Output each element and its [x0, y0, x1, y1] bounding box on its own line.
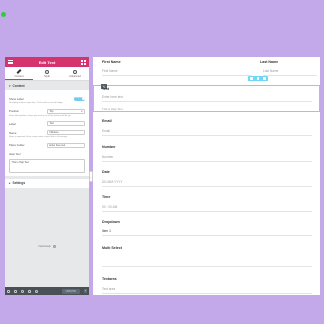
gear-icon: [73, 69, 77, 74]
panel-tabs: Content Style Advanced: [5, 67, 89, 81]
date-input[interactable]: DD-MM-YYYY: [102, 178, 312, 187]
date-label: Date: [102, 170, 110, 174]
content-section: Show Label SHOW No editing mode on input…: [5, 90, 89, 176]
text-help: This is Help Text: [102, 106, 123, 111]
first-name-input[interactable]: First Name: [102, 67, 252, 76]
tab-label: Advanced: [69, 74, 81, 78]
textarea-label: Textarea: [102, 277, 117, 281]
email-label: Email: [102, 119, 112, 123]
caret-down-icon: ▾: [9, 83, 11, 88]
panel-header: Edit Text: [5, 57, 89, 67]
last-name-input[interactable]: Last Name: [263, 67, 317, 76]
widget-handle[interactable]: [248, 76, 268, 81]
number-input[interactable]: Number: [102, 153, 312, 162]
textarea-input[interactable]: Text area: [102, 285, 312, 294]
text-label: Text: [102, 87, 110, 91]
help-text-label: Help Text: [9, 152, 21, 157]
need-help-link[interactable]: Need Help ?: [5, 245, 89, 248]
dropdown-select[interactable]: Item 1: [102, 227, 312, 236]
caret-up-icon[interactable]: ▴: [84, 289, 87, 293]
tab-label: Style: [44, 74, 50, 78]
move-icon[interactable]: [256, 77, 260, 80]
close-icon[interactable]: [263, 77, 266, 80]
editor-panel: Edit Text Content Style Advanced ▾ Conte…: [5, 57, 89, 295]
dropdown-label: Dropdown: [102, 220, 120, 224]
panel-footer: UPDATE ▴: [5, 287, 89, 295]
hamburger-menu-icon[interactable]: [8, 60, 13, 64]
placeholder-input[interactable]: Enter here text: [47, 142, 85, 148]
label-input[interactable]: Text: [47, 121, 85, 127]
add-icon[interactable]: [250, 77, 253, 80]
circle-half-icon: [45, 69, 49, 74]
multi-select-input[interactable]: [102, 253, 312, 267]
number-label: Number: [102, 145, 116, 149]
settings-section-toggle[interactable]: ▸ Settings: [5, 178, 89, 188]
tab-style[interactable]: Style: [33, 67, 61, 80]
text-input[interactable]: Enter here text: [102, 93, 312, 102]
tab-label: Content: [14, 74, 24, 78]
label-label: Label: [9, 121, 16, 126]
section-title: Settings: [12, 181, 26, 186]
panel-title: Edit Text: [38, 59, 56, 65]
time-label: Time: [102, 195, 111, 199]
grid-icon[interactable]: [81, 59, 86, 65]
status-dot: [1, 12, 6, 17]
caret-right-icon: ▸: [9, 181, 11, 186]
position-label: Position: [9, 109, 19, 114]
tab-advanced[interactable]: Advanced: [61, 67, 89, 80]
settings-icon[interactable]: [7, 289, 10, 293]
responsive-icon[interactable]: [28, 289, 31, 293]
content-section-toggle[interactable]: ▾ Content: [5, 81, 89, 90]
layers-icon[interactable]: [14, 289, 17, 293]
update-button[interactable]: UPDATE: [61, 288, 80, 294]
section-title: Content: [12, 83, 25, 88]
tab-content[interactable]: Content: [5, 67, 33, 80]
multi-select-label: Multi Select: [102, 246, 122, 250]
time-input[interactable]: 00 : 00 AM: [102, 203, 312, 212]
name-hint: Name is important. Enter unique name of …: [9, 136, 68, 139]
question-icon: ?: [52, 245, 56, 248]
show-label-hint: No editing mode on input form. Click ins…: [9, 102, 64, 104]
show-label-label: Show Label: [9, 96, 24, 101]
eye-icon[interactable]: [35, 289, 38, 293]
show-label-toggle[interactable]: SHOW: [74, 96, 85, 101]
position-select[interactable]: Top ▾: [47, 108, 85, 114]
preview-canvas: First Name First Name Last Name Last Nam…: [93, 57, 320, 295]
chevron-down-icon: ▾: [81, 109, 83, 113]
pencil-icon: [16, 68, 22, 74]
name-input[interactable]: fullname: [47, 130, 85, 136]
last-name-label: Last Name: [260, 60, 279, 64]
position-value: Top: [49, 109, 54, 113]
toggle-text: SHOW: [75, 97, 82, 100]
name-label: Name: [9, 130, 17, 135]
need-help-text: Need Help: [38, 245, 51, 248]
first-name-label: First Name: [102, 60, 121, 64]
placeholder-label: Place holder: [9, 143, 25, 148]
position-hint: Select label position, where you want to…: [9, 114, 72, 117]
email-input[interactable]: Email: [102, 127, 312, 136]
help-text-textarea[interactable]: This is Help Text: [9, 158, 85, 173]
history-icon[interactable]: [21, 289, 24, 293]
